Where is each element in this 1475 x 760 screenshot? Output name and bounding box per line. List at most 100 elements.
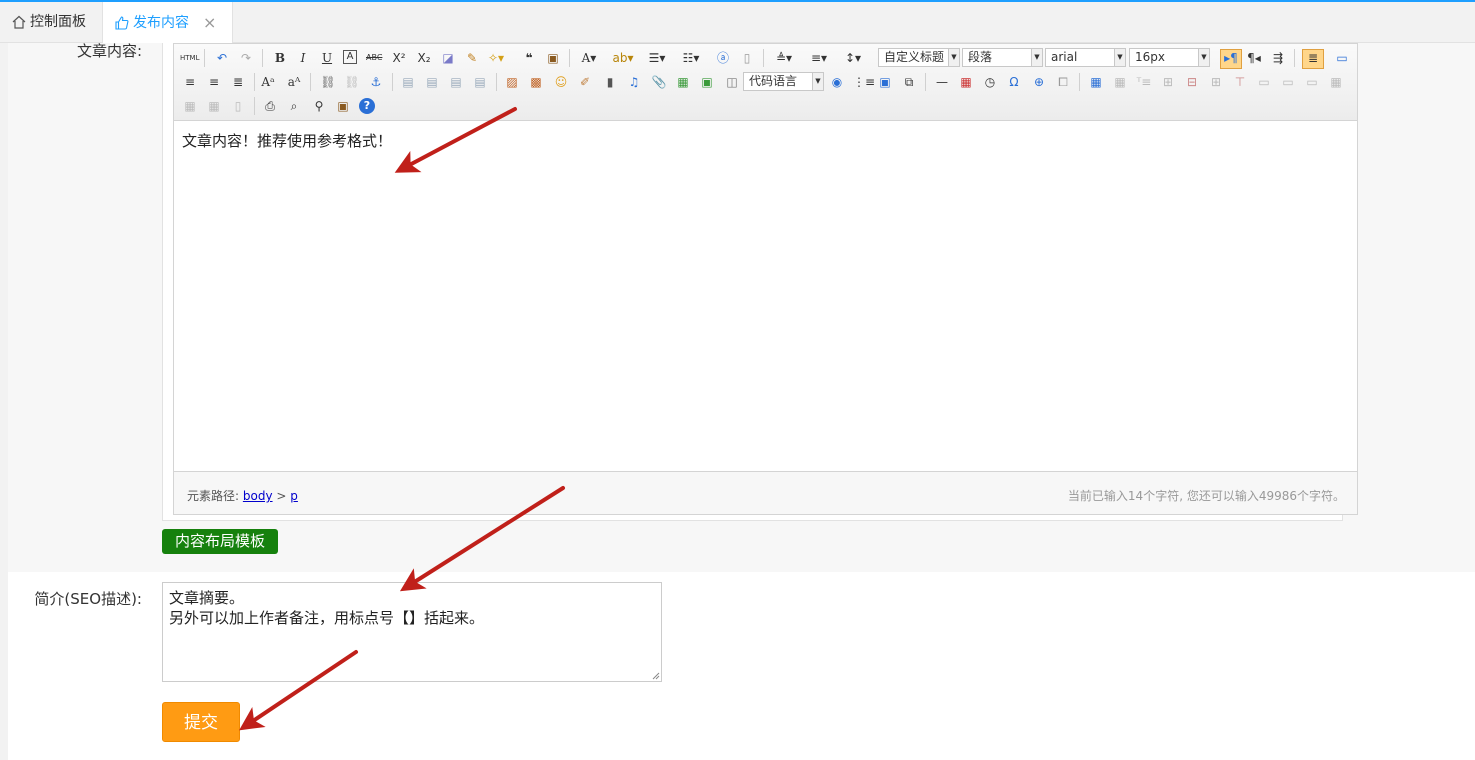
bold-icon[interactable]: B	[272, 50, 288, 66]
justify-left-icon[interactable]: ≡	[182, 74, 198, 90]
insert-frame-icon[interactable]: ◫	[724, 74, 740, 90]
toolbar-separator	[310, 73, 311, 91]
link-icon[interactable]: ⛓	[320, 74, 336, 90]
special-chars-icon[interactable]: Ω	[1006, 74, 1022, 90]
merge-right-icon[interactable]: ▭	[1280, 74, 1296, 90]
split-rows-icon[interactable]: ▦	[182, 98, 198, 114]
row-spacing-bottom-icon[interactable]: ≡▾	[807, 50, 831, 66]
line-height-icon[interactable]: ↕▾	[841, 50, 865, 66]
editor-content[interactable]: 文章内容！推荐使用参考格式！	[182, 130, 392, 151]
unlink-icon[interactable]: ⛓	[344, 74, 360, 90]
font-border-icon[interactable]: A	[343, 50, 357, 64]
drafts-icon[interactable]: ▣	[335, 98, 351, 114]
font-size-select[interactable]: 16px ▼	[1129, 48, 1210, 67]
insert-caption-icon[interactable]: ᵀ≡	[1136, 74, 1152, 90]
close-icon[interactable]: ×	[203, 4, 216, 42]
element-path-p[interactable]: p	[290, 489, 298, 503]
insert-date-icon[interactable]: ▦	[958, 74, 974, 90]
ordered-list-icon[interactable]: ☰▾	[646, 50, 668, 66]
submit-button[interactable]: 提交	[162, 702, 240, 742]
image-center-icon[interactable]: ▤	[472, 74, 488, 90]
map-icon[interactable]: ▦	[675, 74, 691, 90]
background-color-icon[interactable]: ab▾	[612, 50, 634, 66]
template-icon[interactable]: ◉	[829, 74, 845, 90]
font-family-select[interactable]: arial ▼	[1045, 48, 1126, 67]
summary-textarea[interactable]: 文章摘要。 另外可以加上作者备注，用标点号【】括起来。	[162, 582, 662, 682]
horizontal-rule-icon[interactable]: —	[934, 74, 950, 90]
strikethrough-icon[interactable]: ABC	[366, 50, 382, 66]
insert-row-icon[interactable]: ⊞	[1160, 74, 1176, 90]
toolbar-separator	[496, 73, 497, 91]
word-image-icon[interactable]: ⧉	[901, 74, 917, 90]
superscript-icon[interactable]: X²	[391, 50, 407, 66]
clear-document-icon[interactable]: ▯	[739, 50, 755, 66]
delete-row-icon[interactable]: ⊟	[1184, 74, 1200, 90]
justify-full-icon[interactable]: ≣	[230, 74, 246, 90]
image-float-none-icon[interactable]: ▤	[400, 74, 416, 90]
justify-center-icon[interactable]: ≡	[206, 74, 222, 90]
split-cells-icon[interactable]: ▦	[1328, 74, 1344, 90]
delete-table-icon[interactable]: ▦	[1112, 74, 1128, 90]
layout-template-button[interactable]: 内容布局模板	[162, 529, 278, 554]
image-float-right-icon[interactable]: ▤	[448, 74, 464, 90]
uppercase-icon[interactable]: Aᵃ	[260, 74, 276, 90]
insert-image-icon[interactable]: ▩	[528, 74, 544, 90]
underline-icon[interactable]: U	[319, 50, 335, 66]
merge-down-icon[interactable]: ▭	[1304, 74, 1320, 90]
merge-cells-icon[interactable]: ▭	[1256, 74, 1272, 90]
print-icon[interactable]: ⎙	[262, 98, 278, 114]
search-replace-icon[interactable]: ⊕	[1031, 74, 1047, 90]
chart-icon[interactable]: ▯	[230, 98, 246, 114]
attachment-icon[interactable]: 📎	[651, 74, 667, 90]
tab-control-panel[interactable]: 控制面板	[0, 2, 103, 42]
redo-icon[interactable]: ↷	[238, 50, 254, 66]
italic-icon[interactable]: I	[295, 50, 311, 66]
rtl-direction-icon[interactable]: ¶◂	[1246, 50, 1262, 66]
preview-icon[interactable]: ⌕	[286, 98, 302, 114]
paste-plain-icon[interactable]: ▣	[545, 50, 561, 66]
resize-handle-icon[interactable]	[652, 672, 660, 680]
emotion-icon[interactable]: ☺	[553, 74, 569, 90]
anchor-icon[interactable]: ⚓	[368, 74, 384, 90]
font-color-icon[interactable]: A▾	[578, 50, 600, 66]
format-brush-icon[interactable]: ✎	[464, 50, 480, 66]
element-path-body[interactable]: body	[243, 489, 273, 503]
indent-icon[interactable]: ⇶	[1270, 50, 1286, 66]
unordered-list-icon[interactable]: ☷▾	[680, 50, 702, 66]
toolbar-separator	[925, 73, 926, 91]
search-icon[interactable]: ⚲	[311, 98, 327, 114]
google-map-icon[interactable]: ▣	[699, 74, 715, 90]
lowercase-icon[interactable]: aᴬ	[286, 74, 302, 90]
music-icon[interactable]: ♫	[626, 74, 642, 90]
scrawl-icon[interactable]: ✐	[577, 74, 593, 90]
insert-column-icon[interactable]: ⊞	[1208, 74, 1224, 90]
snapscreen-icon[interactable]: ⧠	[1055, 74, 1071, 90]
background-icon[interactable]: ▣	[877, 74, 893, 90]
page-break-icon[interactable]: ⋮≡	[853, 74, 875, 90]
auto-format-icon[interactable]: ✧▾	[488, 50, 504, 66]
insert-table-icon[interactable]: ▦	[1088, 74, 1104, 90]
heading-select[interactable]: 自定义标题 ▼	[878, 48, 960, 67]
toolbar-separator	[392, 73, 393, 91]
paragraph-select[interactable]: 段落 ▼	[962, 48, 1043, 67]
insert-video-icon[interactable]: ▮	[602, 74, 618, 90]
html-source-button[interactable]: HTML	[180, 50, 199, 66]
eraser-icon[interactable]: ◪	[440, 50, 456, 66]
image-float-left-icon[interactable]: ▤	[424, 74, 440, 90]
undo-icon[interactable]: ↶	[214, 50, 230, 66]
ltr-direction-icon[interactable]: ▸¶	[1220, 49, 1242, 69]
row-spacing-top-icon[interactable]: ≜▾	[772, 50, 796, 66]
toolbar-separator	[569, 49, 570, 67]
align-left-icon[interactable]: ≣	[1302, 49, 1324, 69]
select-all-icon[interactable]: ⓐ	[715, 50, 731, 66]
code-language-select[interactable]: 代码语言 ▼	[743, 72, 824, 91]
tab-publish-content[interactable]: 发布内容 ×	[103, 2, 233, 43]
help-icon[interactable]: ?	[359, 98, 375, 114]
simple-upload-icon[interactable]: ▨	[504, 74, 520, 90]
subscript-icon[interactable]: X₂	[416, 50, 432, 66]
fullscreen-icon[interactable]: ▭	[1334, 50, 1350, 66]
blockquote-icon[interactable]: ❝	[521, 50, 537, 66]
split-cols-icon[interactable]: ▦	[206, 98, 222, 114]
delete-column-icon[interactable]: ⊤	[1232, 74, 1248, 90]
insert-time-icon[interactable]: ◷	[982, 74, 998, 90]
